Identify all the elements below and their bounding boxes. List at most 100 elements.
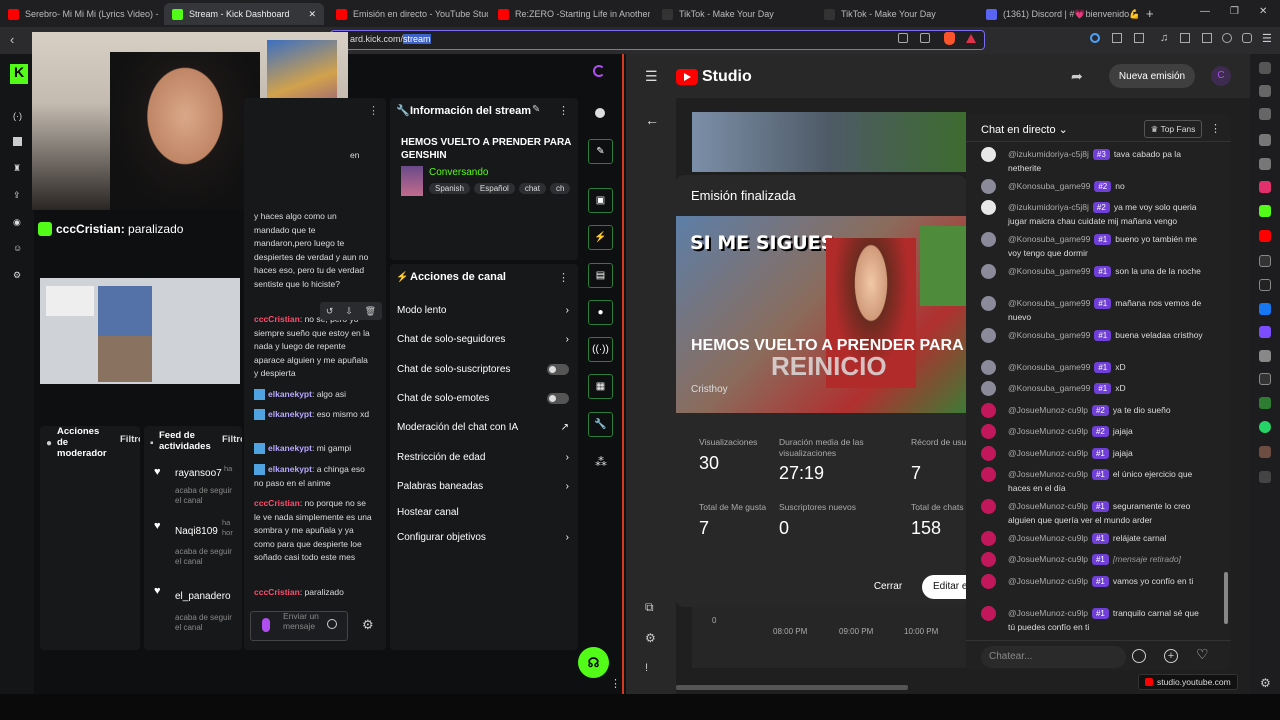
action-banned-words[interactable]: Palabras baneadas › xyxy=(397,481,569,492)
youtube-icon[interactable] xyxy=(1259,230,1271,242)
emoji-icon[interactable] xyxy=(327,619,337,629)
chat-author[interactable]: @Konosuba_game99 xyxy=(1008,330,1090,340)
avatar[interactable] xyxy=(981,424,996,439)
emoji-icon[interactable] xyxy=(1132,649,1146,663)
avatar[interactable] xyxy=(981,200,996,215)
browser-tab[interactable]: TikTok - Make Your Day xyxy=(654,3,814,25)
profile-icon[interactable] xyxy=(593,65,605,77)
tag[interactable]: Español xyxy=(473,183,515,194)
vpn-icon[interactable] xyxy=(1242,33,1252,43)
stream-icon[interactable]: (·) xyxy=(13,111,22,121)
avatar[interactable] xyxy=(981,381,996,396)
avatar[interactable] xyxy=(981,296,996,311)
avatar[interactable] xyxy=(981,606,996,621)
gift-button[interactable]: ▦ xyxy=(588,374,613,399)
sidebar-icon[interactable] xyxy=(1259,326,1271,338)
kick-logo[interactable]: K xyxy=(10,64,28,84)
camera-icon[interactable]: ◉ xyxy=(13,217,22,227)
hamburger-menu-icon[interactable]: ☰ xyxy=(645,68,658,85)
avatar[interactable] xyxy=(981,328,996,343)
tag[interactable]: Spanish xyxy=(429,183,470,194)
chat-author[interactable]: @Konosuba_game99 xyxy=(1008,383,1090,393)
dashboard-icon[interactable] xyxy=(13,137,22,146)
share-icon[interactable] xyxy=(920,33,930,43)
chat-author[interactable]: @JosueMunoz-cu9lp xyxy=(1008,576,1088,586)
subscribers-only-toggle[interactable] xyxy=(547,364,569,375)
browser-tab[interactable]: (1361) Discord | #💗bienvenido💪 | E xyxy=(978,3,1138,25)
chat-author[interactable]: @izukumidoriya-c5j8j xyxy=(1008,149,1089,159)
account-avatar[interactable]: C xyxy=(1211,66,1231,86)
chat-author[interactable]: @Konosuba_game99 xyxy=(1008,266,1090,276)
yt-studio-logo[interactable]: Studio xyxy=(676,68,752,86)
chat-author[interactable]: @Konosuba_game99 xyxy=(1008,234,1090,244)
tools-button[interactable]: 🔧 xyxy=(588,412,613,437)
sidebar-toggle-icon[interactable] xyxy=(1180,33,1190,43)
sidebar-icon[interactable] xyxy=(1259,108,1271,120)
avatar[interactable] xyxy=(981,531,996,546)
back-icon[interactable]: ‹ xyxy=(10,32,14,47)
sidebar-icon[interactable] xyxy=(1259,85,1271,97)
users-icon[interactable]: ☺ xyxy=(13,243,22,253)
share-arrow-icon[interactable]: ➦ xyxy=(1071,68,1083,85)
browser-tab-active[interactable]: Stream - Kick Dashboard ✕ xyxy=(164,3,324,25)
upload-icon[interactable]: ⇪ xyxy=(13,190,22,200)
add-icon[interactable]: + xyxy=(1164,649,1178,663)
chat-author[interactable]: @izukumidoriya-c5j8j xyxy=(1008,202,1089,212)
back-arrow-icon[interactable]: ← xyxy=(645,112,659,128)
new-tab-icon[interactable]: + xyxy=(1146,6,1154,21)
chat-author[interactable]: @JosueMunoz-cu9lp xyxy=(1008,501,1088,511)
close-tab-icon[interactable]: ✕ xyxy=(308,9,316,20)
edit-video-button[interactable]: Editar e xyxy=(922,575,966,599)
tag[interactable]: ch xyxy=(549,183,571,194)
whatsapp-icon[interactable] xyxy=(1259,421,1271,433)
wallet-icon[interactable] xyxy=(1202,33,1212,43)
browser-tab[interactable]: Serebro- Mi Mi Mi (Lyrics Video) - Yo xyxy=(0,3,160,25)
support-chat-button[interactable]: ☊ xyxy=(578,647,609,678)
tiktok-icon[interactable] xyxy=(1259,255,1271,267)
avatar[interactable] xyxy=(981,552,996,567)
options-icon[interactable]: ⋮ xyxy=(558,271,569,284)
sidebar-icon[interactable] xyxy=(1259,446,1271,458)
pin-icon[interactable]: ⇩ xyxy=(345,306,353,317)
reply-icon[interactable]: ↺ xyxy=(326,306,334,317)
tag[interactable]: chat xyxy=(518,183,546,194)
sidebar-settings-icon[interactable]: ⚙ xyxy=(1260,676,1271,690)
avatar[interactable] xyxy=(981,360,996,375)
delete-icon[interactable]: 🗑 xyxy=(365,306,376,317)
lightning-button[interactable]: ⚡ xyxy=(588,225,613,250)
chat-author[interactable]: @Konosuba_game99 xyxy=(1008,362,1090,372)
action-followers-only[interactable]: Chat de solo-seguidores › xyxy=(397,334,569,345)
avatar[interactable] xyxy=(981,179,996,194)
chat-author[interactable]: @JosueMunoz-cu9lp xyxy=(1008,554,1088,564)
settings-icon[interactable]: ⚙ xyxy=(645,631,656,645)
sidebar-icon[interactable] xyxy=(1259,397,1271,409)
rewards-icon[interactable] xyxy=(966,34,976,43)
extension-icon[interactable] xyxy=(1134,33,1144,43)
avatar[interactable] xyxy=(981,467,996,482)
feed-filter-button[interactable]: Filtro xyxy=(222,434,242,445)
music-icon[interactable]: ♫ xyxy=(1160,32,1168,44)
avatar[interactable] xyxy=(981,499,996,514)
top-fans-button[interactable]: ♛ Top Fans xyxy=(1144,120,1202,138)
chat-scrollbar[interactable] xyxy=(1224,572,1228,624)
emotes-only-toggle[interactable] xyxy=(547,393,569,404)
browser-tab[interactable]: TikTok - Make Your Day xyxy=(816,3,976,25)
new-stream-button[interactable]: Nueva emisión xyxy=(1109,64,1195,88)
avatar[interactable] xyxy=(981,232,996,247)
sidebar-icon[interactable] xyxy=(1259,134,1271,146)
kick-icon[interactable] xyxy=(1259,205,1271,217)
sidebar-pin-icon[interactable] xyxy=(1259,62,1271,74)
chat-mode-dropdown[interactable]: Chat en directo ⌄ xyxy=(981,123,1068,136)
action-goals[interactable]: Configurar objetivos › xyxy=(397,532,569,543)
minimize-icon[interactable]: — xyxy=(1200,6,1210,17)
chat-settings-icon[interactable]: ⚙ xyxy=(362,617,374,633)
notes-button[interactable]: ▤ xyxy=(588,263,613,288)
trophy-icon[interactable]: ♜ xyxy=(13,163,22,173)
settings-icon[interactable]: ⚙ xyxy=(13,270,22,280)
chat-author[interactable]: @JosueMunoz-cu9lp xyxy=(1008,426,1088,436)
avatar[interactable] xyxy=(981,403,996,418)
heart-icon[interactable]: ♡ xyxy=(1196,646,1209,663)
x-icon[interactable] xyxy=(1259,279,1271,291)
chat-options-icon[interactable]: ⋮ xyxy=(1210,122,1221,135)
mic-icon[interactable] xyxy=(262,618,270,632)
